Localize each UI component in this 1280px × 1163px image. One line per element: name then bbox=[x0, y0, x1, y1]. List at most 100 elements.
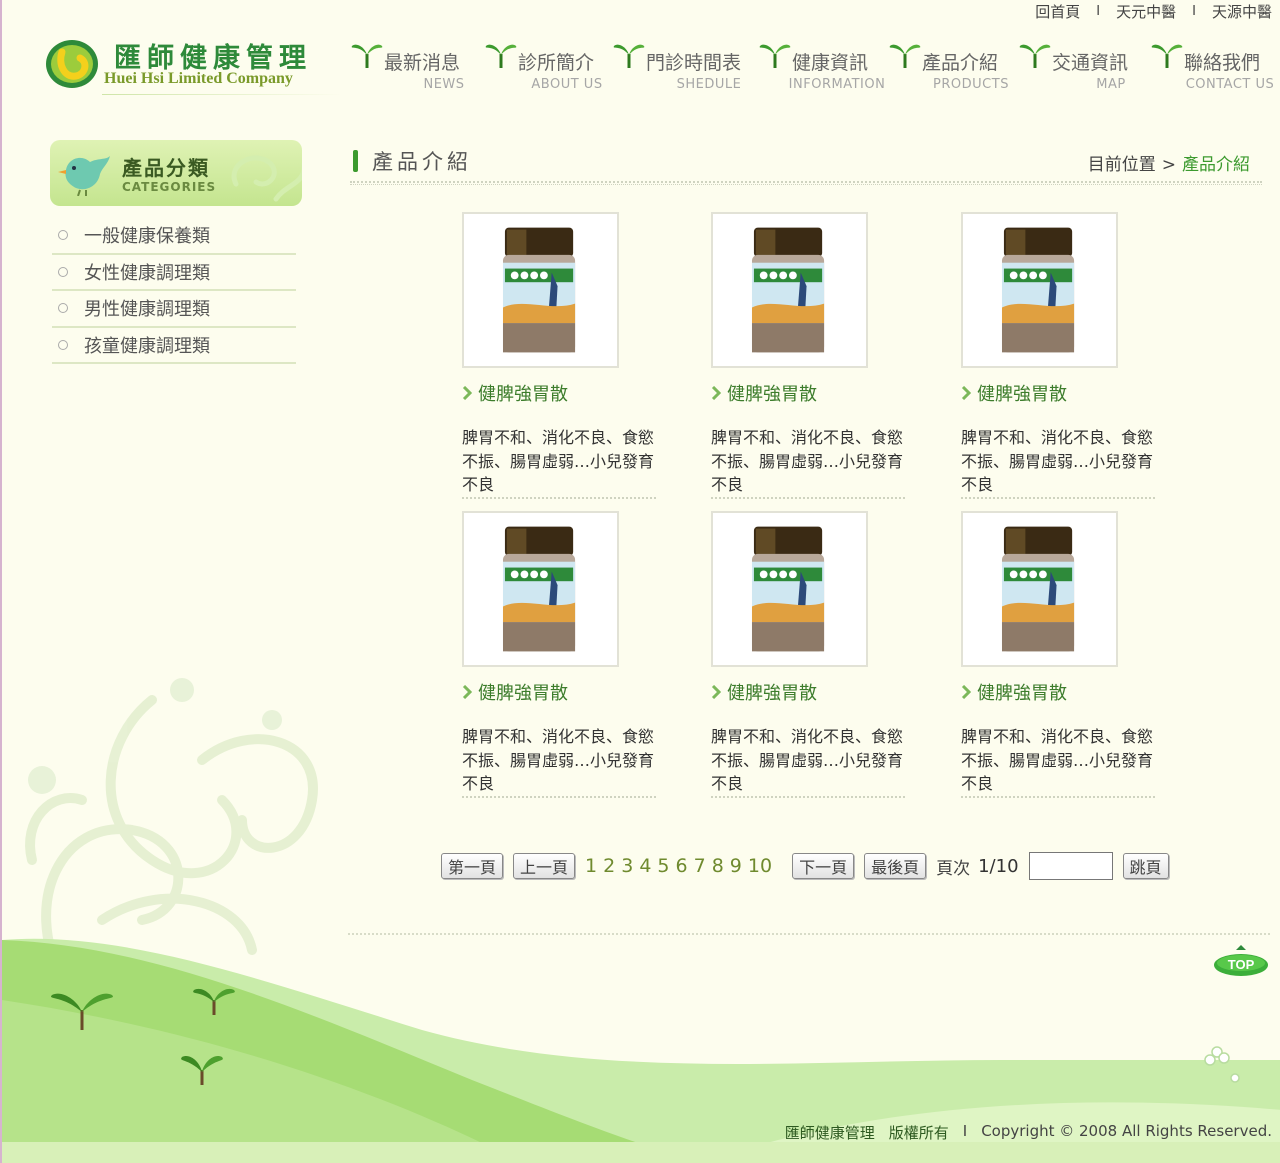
logo-divider bbox=[102, 94, 342, 95]
jump-page-button[interactable]: 跳頁 bbox=[1122, 853, 1169, 879]
company-logo[interactable]: 匯師健康管理 Huei Hsi Limited Company bbox=[42, 36, 342, 96]
sprout-icon bbox=[1019, 44, 1051, 68]
product-description: 脾胃不和、消化不良、食慾不振、腸胃虛弱…小兒發育不良 bbox=[711, 426, 905, 499]
product-description: 脾胃不和、消化不良、食慾不振、腸胃虛弱…小兒發育不良 bbox=[961, 725, 1155, 798]
main-nav: 最新消息 NEWS 診所簡介 ABOUT US 門診時間表 SHEDULE 健康… bbox=[348, 42, 1276, 92]
product-card: 健脾強胃散 脾胃不和、消化不良、食慾不振、腸胃虛弱…小兒發育不良 bbox=[711, 212, 911, 499]
logo-icon bbox=[46, 40, 98, 88]
chevron-right-icon bbox=[711, 685, 721, 699]
page-link[interactable]: 6 bbox=[676, 855, 688, 877]
breadcrumb: 目前位置 > 產品介紹 bbox=[1087, 155, 1250, 175]
bullet-icon bbox=[58, 230, 68, 241]
first-page-button[interactable]: 第一頁 bbox=[441, 853, 504, 879]
product-jar-photo bbox=[963, 513, 1116, 665]
product-name[interactable]: 健脾強胃散 bbox=[961, 380, 1161, 406]
product-name[interactable]: 健脾強胃散 bbox=[462, 380, 662, 406]
page-link[interactable]: 10 bbox=[748, 855, 772, 877]
product-card: 健脾強胃散 脾胃不和、消化不良、食慾不振、腸胃虛弱…小兒發育不良 bbox=[462, 511, 662, 798]
last-page-button[interactable]: 最後頁 bbox=[864, 853, 927, 879]
sprout-icon bbox=[759, 44, 791, 68]
categories-subtitle: CATEGORIES bbox=[122, 180, 217, 194]
page-title: 產品介紹 bbox=[353, 146, 472, 176]
nav-products[interactable]: 產品介紹 PRODUCTS bbox=[886, 42, 1016, 92]
jump-page-input[interactable] bbox=[1028, 852, 1113, 880]
product-description: 脾胃不和、消化不良、食慾不振、腸胃虛弱…小兒發育不良 bbox=[961, 426, 1155, 499]
product-card: 健脾強胃散 脾胃不和、消化不良、食慾不振、腸胃虛弱…小兒發育不良 bbox=[961, 212, 1161, 499]
product-name[interactable]: 健脾強胃散 bbox=[711, 679, 911, 705]
swirl-decoration bbox=[231, 155, 302, 202]
product-card: 健脾強胃散 脾胃不和、消化不良、食慾不振、腸胃虛弱…小兒發育不良 bbox=[462, 212, 662, 499]
product-name[interactable]: 健脾強胃散 bbox=[961, 679, 1161, 705]
product-image[interactable] bbox=[711, 511, 868, 667]
page-numbers: 1 2 3 4 5 6 7 8 9 10 bbox=[585, 855, 778, 877]
page-link[interactable]: 7 bbox=[694, 855, 706, 877]
page-link[interactable]: 8 bbox=[712, 855, 724, 877]
page-link[interactable]: 9 bbox=[730, 855, 742, 877]
page-link[interactable]: 2 bbox=[603, 855, 615, 877]
category-item-general[interactable]: 一般健康保養類 bbox=[52, 218, 296, 255]
nav-about[interactable]: 診所簡介 ABOUT US bbox=[482, 42, 610, 92]
footer-copyright: 匯師健康管理 版權所有 I Copyright © 2008 All Right… bbox=[784, 1122, 1272, 1142]
product-image[interactable] bbox=[961, 212, 1118, 368]
bird-icon bbox=[58, 156, 110, 196]
page-link[interactable]: 4 bbox=[639, 855, 651, 877]
home-link[interactable]: 回首頁 bbox=[1035, 1, 1080, 22]
page-label: 頁次 bbox=[936, 858, 971, 879]
chevron-right-icon bbox=[711, 386, 721, 400]
title-bar-icon bbox=[353, 150, 358, 172]
top-links: 回首頁 I 天元中醫 I 天源中醫 bbox=[1035, 1, 1272, 22]
product-description: 脾胃不和、消化不良、食慾不振、腸胃虛弱…小兒發育不良 bbox=[462, 426, 656, 499]
bullet-icon bbox=[58, 339, 68, 350]
page-indicator: 1/10 bbox=[978, 855, 1019, 877]
pagination: 第一頁 上一頁 1 2 3 4 5 6 7 8 9 10 下一頁 最後頁 頁次 … bbox=[441, 852, 1179, 880]
tianyuan-clinic-link-1[interactable]: 天元中醫 bbox=[1116, 1, 1176, 22]
tianyuan-clinic-link-2[interactable]: 天源中醫 bbox=[1212, 1, 1272, 22]
product-card: 健脾強胃散 脾胃不和、消化不良、食慾不振、腸胃虛弱…小兒發育不良 bbox=[961, 511, 1161, 798]
categories-header: 產品分類 CATEGORIES bbox=[50, 140, 302, 206]
sprout-icon bbox=[889, 44, 921, 68]
sprout-icon bbox=[351, 44, 383, 68]
sprout-icon bbox=[1151, 44, 1183, 68]
title-divider bbox=[350, 181, 1262, 185]
product-image[interactable] bbox=[462, 212, 619, 368]
product-jar-photo bbox=[464, 214, 617, 366]
chevron-right-icon bbox=[961, 685, 971, 699]
categories-title: 產品分類 bbox=[122, 156, 210, 180]
chevron-right-icon bbox=[462, 386, 472, 400]
category-item-children[interactable]: 孩童健康調理類 bbox=[52, 328, 296, 364]
chevron-right-icon bbox=[961, 386, 971, 400]
sprout-icon bbox=[485, 44, 517, 68]
product-image[interactable] bbox=[961, 511, 1118, 667]
page-link[interactable]: 1 bbox=[585, 855, 597, 877]
nav-information[interactable]: 健康資訊 INFORMATION bbox=[756, 42, 886, 92]
bullet-icon bbox=[58, 266, 68, 277]
category-list: 一般健康保養類 女性健康調理類 男性健康調理類 孩童健康調理類 bbox=[52, 218, 296, 364]
product-card: 健脾強胃散 脾胃不和、消化不良、食慾不振、腸胃虛弱…小兒發育不良 bbox=[711, 511, 911, 798]
product-jar-photo bbox=[713, 513, 866, 665]
page-link[interactable]: 3 bbox=[621, 855, 633, 877]
product-name[interactable]: 健脾強胃散 bbox=[462, 679, 662, 705]
sprout-icon bbox=[613, 44, 645, 68]
product-jar-photo bbox=[713, 214, 866, 366]
nav-schedule[interactable]: 門診時間表 SHEDULE bbox=[610, 42, 756, 92]
nav-contact[interactable]: 聯絡我們 CONTACT US bbox=[1148, 42, 1276, 92]
footer-divider bbox=[348, 933, 1270, 935]
product-image[interactable] bbox=[462, 511, 619, 667]
category-item-women[interactable]: 女性健康調理類 bbox=[52, 255, 296, 291]
product-image[interactable] bbox=[711, 212, 868, 368]
product-name[interactable]: 健脾強胃散 bbox=[711, 380, 911, 406]
category-item-men[interactable]: 男性健康調理類 bbox=[52, 291, 296, 328]
prev-page-button[interactable]: 上一頁 bbox=[513, 853, 576, 879]
product-jar-photo bbox=[963, 214, 1116, 366]
back-to-top-button[interactable]: TOP bbox=[1213, 944, 1271, 978]
bullet-icon bbox=[58, 303, 68, 314]
top-arrow-icon: TOP bbox=[1214, 945, 1268, 976]
next-page-button[interactable]: 下一頁 bbox=[792, 853, 855, 879]
product-jar-photo bbox=[464, 513, 617, 665]
logo-english-name: Huei Hsi Limited Company bbox=[104, 70, 293, 87]
nav-map[interactable]: 交通資訊 MAP bbox=[1016, 42, 1148, 92]
chevron-right-icon bbox=[462, 685, 472, 699]
page-link[interactable]: 5 bbox=[657, 855, 669, 877]
breadcrumb-current[interactable]: 產品介紹 bbox=[1182, 155, 1250, 175]
nav-news[interactable]: 最新消息 NEWS bbox=[348, 42, 482, 92]
